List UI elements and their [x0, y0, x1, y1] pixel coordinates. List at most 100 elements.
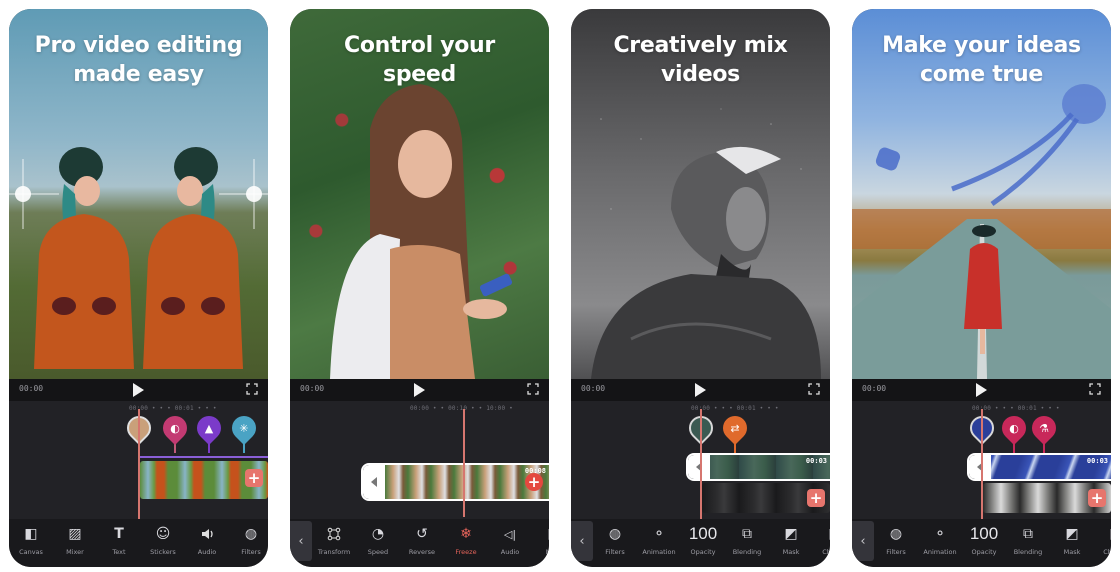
- transport-bar: 00:00: [290, 379, 549, 401]
- add-clip-button[interactable]: +: [245, 469, 263, 487]
- tool-mask[interactable]: ◩ Mask: [532, 519, 549, 556]
- tool-label: Filters: [605, 548, 625, 556]
- tool-speed[interactable]: ◔ Speed: [356, 519, 400, 556]
- tool-blending[interactable]: ⧉ Blending: [1006, 519, 1050, 556]
- tool-stickers[interactable]: ☺ Stickers: [141, 519, 185, 556]
- tool-opacity[interactable]: 100 Opacity: [681, 519, 725, 557]
- tool-mask[interactable]: ◩ Mask: [769, 519, 813, 556]
- tool-label: Opacity: [971, 548, 997, 556]
- tool-label: Mask: [1063, 548, 1081, 556]
- tool-freeze[interactable]: ❄ Freeze: [444, 519, 488, 556]
- tool-chroma[interactable]: ▣ Chroma: [813, 519, 830, 556]
- tool-animation[interactable]: ⚬ Animation: [637, 519, 681, 556]
- clip-trim-handle[interactable]: [969, 455, 991, 479]
- tool-label: Audio: [197, 548, 217, 556]
- canvas-icon: ◧: [24, 526, 38, 542]
- adjust-icon: ⇄: [730, 421, 740, 435]
- screenshot-panel-ideas: Make your ideas come true 00:00 00:00 • …: [852, 9, 1111, 567]
- timeline[interactable]: 00:00 • • • 00:01 • • • ◐ ⚗ 00:03 +: [852, 401, 1111, 519]
- tool-text[interactable]: T Text: [97, 519, 141, 556]
- add-clip-button[interactable]: +: [807, 489, 825, 507]
- audio-icon: [198, 525, 216, 543]
- back-button[interactable]: ‹: [852, 521, 874, 561]
- play-icon[interactable]: [413, 383, 425, 397]
- tool-label: Blending: [732, 548, 762, 556]
- tool-audio[interactable]: Audio: [185, 519, 229, 556]
- play-icon[interactable]: [132, 383, 144, 397]
- tool-chroma[interactable]: ▣ Chroma: [1094, 519, 1111, 556]
- tool-label: Animation: [923, 548, 957, 556]
- mask-icon: ◩: [545, 525, 549, 543]
- opacity-value: 100: [688, 524, 718, 543]
- headline-line-2: speed: [383, 62, 456, 87]
- playhead[interactable]: [981, 409, 983, 519]
- play-icon[interactable]: [975, 383, 987, 397]
- tool-canvas[interactable]: ◧ Canvas: [9, 519, 53, 556]
- keyframe-filter[interactable]: ◐: [158, 411, 192, 445]
- animation-icon: ⚬: [934, 526, 946, 542]
- effect-track-line: [140, 456, 268, 458]
- time-readout: 00:00: [19, 384, 44, 393]
- preview-photo: Pro video editing made easy: [9, 9, 268, 379]
- tool-reverse[interactable]: ↺ Reverse: [400, 519, 444, 556]
- back-button[interactable]: ‹: [571, 521, 593, 561]
- fullscreen-icon[interactable]: [808, 383, 820, 395]
- preview-photo: Make your ideas come true: [852, 9, 1111, 379]
- tool-filters[interactable]: ◍ Filters: [874, 519, 918, 556]
- tool-label: Freeze: [455, 548, 477, 556]
- freeze-icon: ❄: [460, 526, 472, 542]
- overlay-clip[interactable]: 00:03: [967, 453, 1111, 481]
- transport-bar: 00:00: [9, 379, 268, 401]
- fullscreen-icon[interactable]: [527, 383, 539, 395]
- clip-duration: 00:03: [1086, 457, 1108, 465]
- keyframe-effect[interactable]: ▲: [192, 411, 226, 445]
- clip-trim-handle[interactable]: [688, 455, 710, 479]
- fullscreen-icon[interactable]: [246, 383, 258, 395]
- screenshot-panel-speed: Control your speed 00:00 00:00 • • 00:10…: [290, 9, 549, 567]
- fullscreen-icon[interactable]: [1089, 383, 1101, 395]
- tool-animation[interactable]: ⚬ Animation: [918, 519, 962, 556]
- filters-icon: ◍: [244, 526, 258, 542]
- tool-filters[interactable]: ◍ Filters: [593, 519, 637, 556]
- headline: Creatively mix videos: [571, 31, 830, 89]
- tool-mask[interactable]: ◩ Mask: [1050, 519, 1094, 556]
- keyframe-adjust[interactable]: ⇄: [718, 411, 752, 445]
- clip-trim-handle[interactable]: [363, 465, 385, 499]
- time-ruler: 00:00 • • • 00:01 • • •: [691, 405, 779, 412]
- tool-label: Mixer: [66, 548, 84, 556]
- tool-audio[interactable]: ◁| Audio: [488, 519, 532, 557]
- time-readout: 00:00: [581, 384, 606, 393]
- tool-label: Audio: [500, 548, 520, 556]
- tool-transform[interactable]: Transform: [312, 519, 356, 556]
- playhead[interactable]: [463, 409, 465, 517]
- play-icon[interactable]: [694, 383, 706, 397]
- add-clip-button[interactable]: +: [1088, 489, 1106, 507]
- keyframe-sparkle[interactable]: ✳: [227, 411, 261, 445]
- sticker-icon: ☺: [155, 526, 171, 542]
- blending-icon: ⧉: [742, 526, 752, 542]
- keyframe-filter[interactable]: ◐: [997, 411, 1031, 445]
- audio-icon: ◁|: [503, 527, 517, 541]
- timeline[interactable]: 00:00 • • • 00:01 • • • ◐ ▲ ✳ +: [9, 401, 268, 519]
- video-clip[interactable]: 00:08: [361, 463, 549, 501]
- tool-filters[interactable]: ◍ Filters: [229, 519, 268, 556]
- headline: Make your ideas come true: [852, 31, 1111, 89]
- playhead[interactable]: [700, 409, 702, 519]
- tool-blending[interactable]: ⧉ Blending: [725, 519, 769, 556]
- back-button[interactable]: ‹: [290, 521, 312, 561]
- preview-photo: Control your speed: [290, 9, 549, 379]
- add-clip-button[interactable]: +: [525, 473, 543, 491]
- overlay-clip[interactable]: 00:03: [686, 453, 830, 481]
- chroma-icon: ▣: [1107, 525, 1111, 543]
- timeline[interactable]: 00:00 • • • 00:01 • • • ⇄ 00:03 +: [571, 401, 830, 519]
- mixer-icon: ▨: [68, 526, 82, 542]
- keyframe-flask[interactable]: ⚗: [1027, 411, 1061, 445]
- tool-opacity[interactable]: 100 Opacity: [962, 519, 1006, 557]
- transport-bar: 00:00: [571, 379, 830, 401]
- tool-mixer[interactable]: ▨ Mixer: [53, 519, 97, 556]
- chroma-icon: ▣: [826, 525, 830, 543]
- bottom-toolbar: ‹ ◍ Filters ⚬ Animation 100 Opacity ⧉ Bl…: [852, 519, 1111, 567]
- timeline[interactable]: 00:00 • • 00:10 • • 10:00 • 00:08 +: [290, 401, 549, 519]
- tool-label: Blending: [1013, 548, 1043, 556]
- playhead[interactable]: [138, 409, 140, 519]
